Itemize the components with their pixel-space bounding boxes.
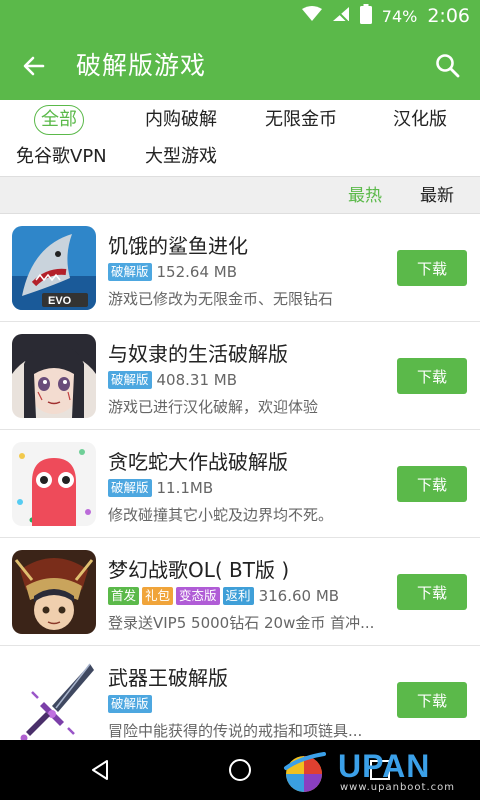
clock: 2:06 bbox=[427, 5, 470, 27]
page-title: 破解版游戏 bbox=[76, 51, 207, 80]
app-bar: 破解版游戏 bbox=[0, 32, 480, 100]
download-button[interactable]: 下载 bbox=[397, 682, 467, 718]
list-item[interactable]: 与奴隶的生活破解版 破解版 408.31 MB 游戏已进行汉化破解，欢迎体验 下… bbox=[0, 322, 480, 430]
list-item[interactable]: 武器王破解版 破解版 冒险中能获得的传说的戒指和项链具... 下载 bbox=[0, 646, 480, 754]
game-title[interactable]: 与奴隶的生活破解版 bbox=[108, 338, 288, 367]
back-arrow-icon[interactable] bbox=[18, 50, 50, 82]
badge-crack: 破解版 bbox=[108, 371, 152, 389]
game-title[interactable]: 武器王破解版 bbox=[108, 662, 228, 691]
game-icon bbox=[12, 334, 96, 418]
download-button[interactable]: 下载 bbox=[397, 466, 467, 502]
svg-text:EVO: EVO bbox=[48, 295, 72, 307]
category-tabs: 全部 内购破解 无限金币 汉化版 免谷歌VPN 大型游戏 bbox=[0, 100, 480, 176]
battery-percent: 74% bbox=[381, 6, 418, 26]
list-item[interactable]: EVO 饥饿的鲨鱼进化 破解版 152.64 MB 游戏已修改为无限金币、无限钻… bbox=[0, 214, 480, 322]
file-size: 11.1MB bbox=[156, 479, 214, 497]
search-icon[interactable] bbox=[432, 50, 464, 82]
category-no-google-vpn[interactable]: 免谷歌VPN bbox=[16, 142, 107, 172]
badge-gift-pack: 礼包 bbox=[142, 587, 174, 605]
game-title[interactable]: 梦幻战歌OL( BT版 ) bbox=[108, 554, 289, 583]
badge-crack: 破解版 bbox=[108, 695, 152, 713]
game-meta: 破解版 bbox=[108, 694, 152, 714]
game-title[interactable]: 饥饿的鲨鱼进化 bbox=[108, 230, 248, 259]
game-meta: 首发 礼包 变态版 返利 316.60 MB bbox=[108, 586, 339, 606]
game-icon bbox=[12, 442, 96, 526]
category-all[interactable]: 全部 bbox=[34, 105, 84, 135]
game-description: 修改碰撞其它小蛇及边界均不死。 bbox=[108, 506, 334, 524]
badge-first-release: 首发 bbox=[108, 587, 140, 605]
category-chinese-version[interactable]: 汉化版 bbox=[393, 105, 447, 135]
game-icon: EVO bbox=[12, 226, 96, 310]
download-button[interactable]: 下载 bbox=[397, 358, 467, 394]
download-button[interactable]: 下载 bbox=[397, 574, 467, 610]
category-large-games[interactable]: 大型游戏 bbox=[145, 142, 217, 172]
file-size: 408.31 MB bbox=[156, 371, 238, 389]
game-meta: 破解版 152.64 MB bbox=[108, 262, 237, 282]
game-list: EVO 饥饿的鲨鱼进化 破解版 152.64 MB 游戏已修改为无限金币、无限钻… bbox=[0, 214, 480, 754]
sort-newest[interactable]: 最新 bbox=[420, 177, 454, 215]
file-size: 316.60 MB bbox=[258, 587, 340, 605]
list-item[interactable]: 梦幻战歌OL( BT版 ) 首发 礼包 变态版 返利 316.60 MB 登录送… bbox=[0, 538, 480, 646]
game-description: 游戏已进行汉化破解，欢迎体验 bbox=[108, 398, 319, 416]
badge-crack: 破解版 bbox=[108, 263, 152, 281]
upan-logo-icon bbox=[284, 752, 326, 792]
game-description: 登录送VIP5 5000钻石 20w金币 首冲... bbox=[108, 614, 375, 632]
sort-hottest[interactable]: 最热 bbox=[348, 177, 382, 215]
battery-icon bbox=[359, 4, 372, 28]
watermark-url: www.upanboot.com bbox=[340, 782, 455, 793]
game-title[interactable]: 贪吃蛇大作战破解版 bbox=[108, 446, 288, 475]
nav-home-icon[interactable] bbox=[224, 754, 256, 786]
category-unlimited-coins[interactable]: 无限金币 bbox=[265, 105, 337, 135]
watermark-brand: UPAN bbox=[338, 748, 431, 784]
game-meta: 破解版 408.31 MB bbox=[108, 370, 237, 390]
signal-icon bbox=[332, 6, 350, 26]
game-description: 冒险中能获得的传说的戒指和项链具... bbox=[108, 722, 363, 740]
game-icon bbox=[12, 658, 96, 742]
game-icon bbox=[12, 550, 96, 634]
category-iap-crack[interactable]: 内购破解 bbox=[145, 105, 217, 135]
file-size: 152.64 MB bbox=[156, 263, 238, 281]
badge-bt-version: 变态版 bbox=[176, 587, 220, 605]
upan-watermark-logo: UPAN www.upanboot.com bbox=[280, 748, 468, 796]
game-description: 游戏已修改为无限金币、无限钻石 bbox=[108, 290, 334, 308]
wifi-icon bbox=[301, 6, 322, 26]
status-bar: 74% 2:06 bbox=[0, 0, 480, 32]
download-button[interactable]: 下载 bbox=[397, 250, 467, 286]
list-item[interactable]: 贪吃蛇大作战破解版 破解版 11.1MB 修改碰撞其它小蛇及边界均不死。 下载 bbox=[0, 430, 480, 538]
badge-crack: 破解版 bbox=[108, 479, 152, 497]
nav-back-icon[interactable] bbox=[84, 754, 116, 786]
game-meta: 破解版 11.1MB bbox=[108, 478, 213, 498]
badge-rebate: 返利 bbox=[222, 587, 254, 605]
sort-bar: 最热 最新 bbox=[0, 176, 480, 214]
